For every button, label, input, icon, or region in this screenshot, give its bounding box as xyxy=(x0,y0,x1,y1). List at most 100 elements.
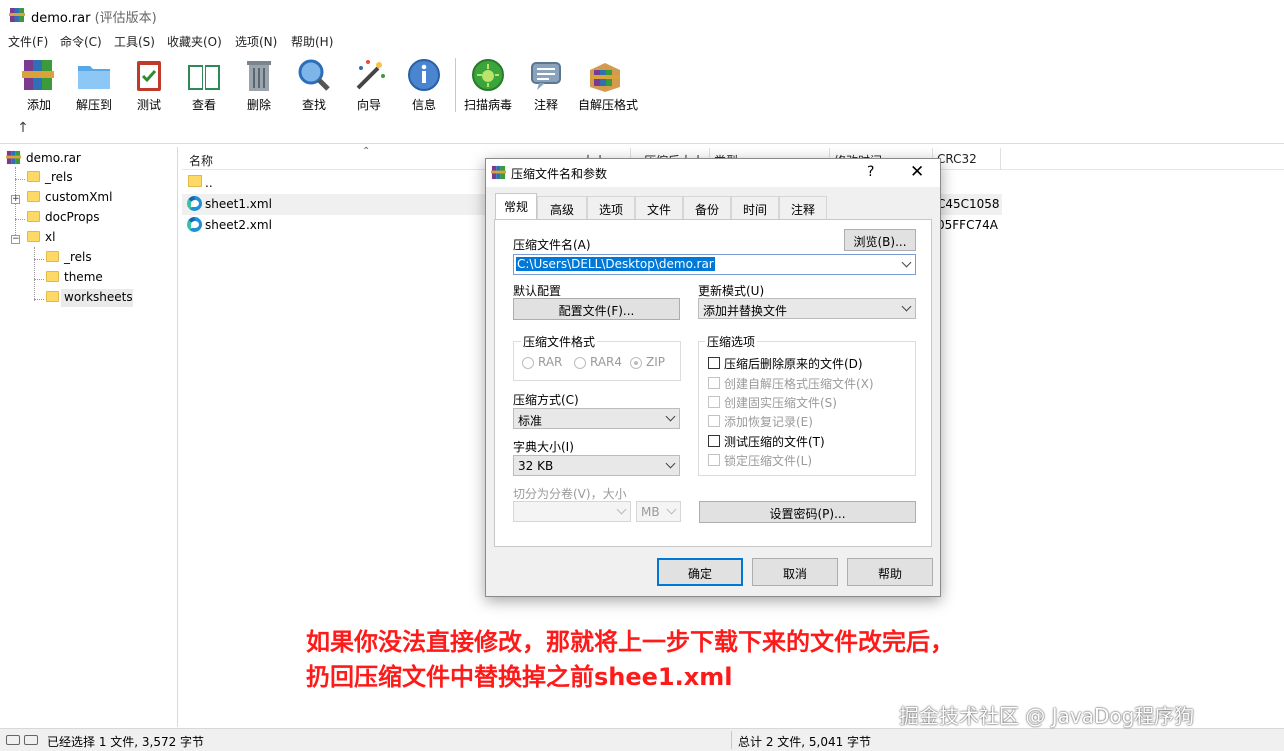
radio-rar[interactable] xyxy=(522,357,534,369)
method-select[interactable]: 标准 xyxy=(513,408,680,429)
menu-file[interactable]: 文件(F) xyxy=(8,33,48,50)
dictionary-select[interactable]: 32 KB xyxy=(513,455,680,476)
tree-guide xyxy=(34,247,35,301)
status-total: 总计 2 文件, 5,041 字节 xyxy=(738,735,872,749)
find-button[interactable]: 查找 xyxy=(287,56,341,113)
help-icon[interactable]: ? xyxy=(867,164,874,180)
status-selection: 已经选择 1 文件, 3,572 字节 xyxy=(47,735,205,749)
radio-rar4[interactable] xyxy=(574,357,586,369)
toolbar-separator xyxy=(455,58,456,112)
menu-options[interactable]: 选项(N) xyxy=(235,33,277,50)
checkbox-lock-archive[interactable] xyxy=(708,454,720,466)
checkbox-solid[interactable] xyxy=(708,396,720,408)
folder-icon xyxy=(27,191,40,202)
chevron-down-icon[interactable] xyxy=(901,257,912,268)
format-group-label: 压缩文件格式 xyxy=(521,333,598,350)
comment-icon xyxy=(531,62,561,90)
add-button[interactable]: 添加 xyxy=(12,56,66,113)
folder-icon xyxy=(46,251,59,262)
checkbox-test-files[interactable] xyxy=(708,435,720,447)
info-button[interactable]: 信息 xyxy=(397,56,451,113)
tree-item-xl[interactable]: xl xyxy=(27,230,55,248)
radio-zip-label: ZIP xyxy=(646,355,665,369)
tree-guide xyxy=(34,299,44,300)
tab-advanced[interactable]: 高级 xyxy=(537,196,587,219)
options-group-label: 压缩选项 xyxy=(705,333,758,350)
watermark-text: 掘金技术社区 @ JavaDog程序狗 xyxy=(899,704,1195,728)
trash-icon xyxy=(247,61,271,91)
up-one-level-icon[interactable]: ↑ xyxy=(15,120,31,136)
split-volume-label: 切分为分卷(V)，大小 xyxy=(513,487,627,501)
tree-item-worksheets[interactable]: worksheets xyxy=(46,290,133,308)
test-clipboard-icon xyxy=(137,61,161,91)
status-divider xyxy=(731,731,732,749)
tab-time[interactable]: 时间 xyxy=(731,196,779,219)
extract-to-button[interactable]: 解压到 xyxy=(67,56,121,113)
close-icon[interactable]: ✕ xyxy=(910,162,924,182)
title-bar: demo.rar (评估版本) xyxy=(0,0,1284,30)
chevron-down-icon xyxy=(666,504,677,515)
method-label: 压缩方式(C) xyxy=(513,393,579,407)
wizard-button[interactable]: 向导 xyxy=(342,56,396,113)
column-crc32[interactable]: CRC32 xyxy=(937,152,977,166)
split-unit-select[interactable]: MB xyxy=(636,501,681,522)
tree-guide xyxy=(15,219,25,220)
folder-icon xyxy=(46,291,59,302)
tab-options[interactable]: 选项 xyxy=(587,196,635,219)
split-volume-input[interactable] xyxy=(513,501,631,522)
menu-favorites[interactable]: 收藏夹(O) xyxy=(167,33,222,50)
profiles-button[interactable]: 配置文件(F)... xyxy=(513,298,680,320)
view-button[interactable]: 查看 xyxy=(177,56,231,113)
sfx-box-icon xyxy=(590,63,620,92)
collapse-icon[interactable]: − xyxy=(11,235,20,244)
tab-backup[interactable]: 备份 xyxy=(683,196,731,219)
checkbox-create-sfx[interactable] xyxy=(708,377,720,389)
tree-root-demo-rar[interactable]: demo.rar xyxy=(6,150,81,168)
ok-button[interactable]: 确定 xyxy=(657,558,743,586)
update-mode-select[interactable]: 添加并替换文件 xyxy=(698,298,916,319)
checkbox-delete-after[interactable] xyxy=(708,357,720,369)
menu-help[interactable]: 帮助(H) xyxy=(291,33,333,50)
checkbox-solid-label: 创建固实压缩文件(S) xyxy=(724,396,837,410)
checkbox-lock-archive-label: 锁定压缩文件(L) xyxy=(724,454,813,468)
cancel-button[interactable]: 取消 xyxy=(752,558,838,586)
tree-item-xl-rels[interactable]: _rels xyxy=(46,250,92,268)
set-password-button[interactable]: 设置密码(P)... xyxy=(699,501,916,523)
radio-zip[interactable] xyxy=(630,357,642,369)
info-icon xyxy=(408,59,440,91)
parent-folder-icon xyxy=(188,175,202,187)
sfx-button[interactable]: 自解压格式 xyxy=(578,56,638,113)
folder-icon xyxy=(27,211,40,222)
virus-scan-button[interactable]: 扫描病毒 xyxy=(461,56,515,113)
rar-archive-icon xyxy=(6,150,21,165)
chevron-down-icon xyxy=(616,504,627,515)
help-button[interactable]: 帮助 xyxy=(847,558,933,586)
archive-name-input[interactable]: C:\Users\DELL\Desktop\demo.rar xyxy=(513,254,916,275)
chevron-down-icon xyxy=(901,301,912,312)
test-button[interactable]: 测试 xyxy=(122,56,176,113)
tab-general[interactable]: 常规 xyxy=(495,193,537,220)
tab-files[interactable]: 文件 xyxy=(635,196,683,219)
winrar-app-icon xyxy=(9,8,25,22)
tree-guide xyxy=(34,279,44,280)
menu-commands[interactable]: 命令(C) xyxy=(60,33,102,50)
tree-item-rels[interactable]: _rels xyxy=(27,170,73,188)
checkbox-create-sfx-label: 创建自解压格式压缩文件(X) xyxy=(724,377,874,391)
tab-comment[interactable]: 注释 xyxy=(779,196,827,219)
tree-item-customxml[interactable]: customXml xyxy=(27,190,112,208)
menu-bar: 文件(F) 命令(C) 工具(S) 收藏夹(O) 选项(N) 帮助(H) xyxy=(0,31,1284,51)
tree-guide xyxy=(15,179,25,180)
menu-tools[interactable]: 工具(S) xyxy=(114,33,155,50)
tree-item-docprops[interactable]: docProps xyxy=(27,210,99,228)
checkbox-recovery-record[interactable] xyxy=(708,415,720,427)
folder-icon xyxy=(46,271,59,282)
column-divider[interactable] xyxy=(1000,148,1001,170)
delete-button[interactable]: 删除 xyxy=(232,56,286,113)
column-name[interactable]: 名称 xyxy=(189,152,213,169)
edge-xml-file-icon xyxy=(187,196,202,211)
tree-item-theme[interactable]: theme xyxy=(46,270,103,288)
expand-icon[interactable]: + xyxy=(11,195,20,204)
annotation-line-1: 如果你没法直接修改，那就将上一步下载下来的文件改完后， xyxy=(306,628,954,656)
browse-button[interactable]: 浏览(B)... xyxy=(844,229,916,251)
comment-button[interactable]: 注释 xyxy=(519,56,573,113)
